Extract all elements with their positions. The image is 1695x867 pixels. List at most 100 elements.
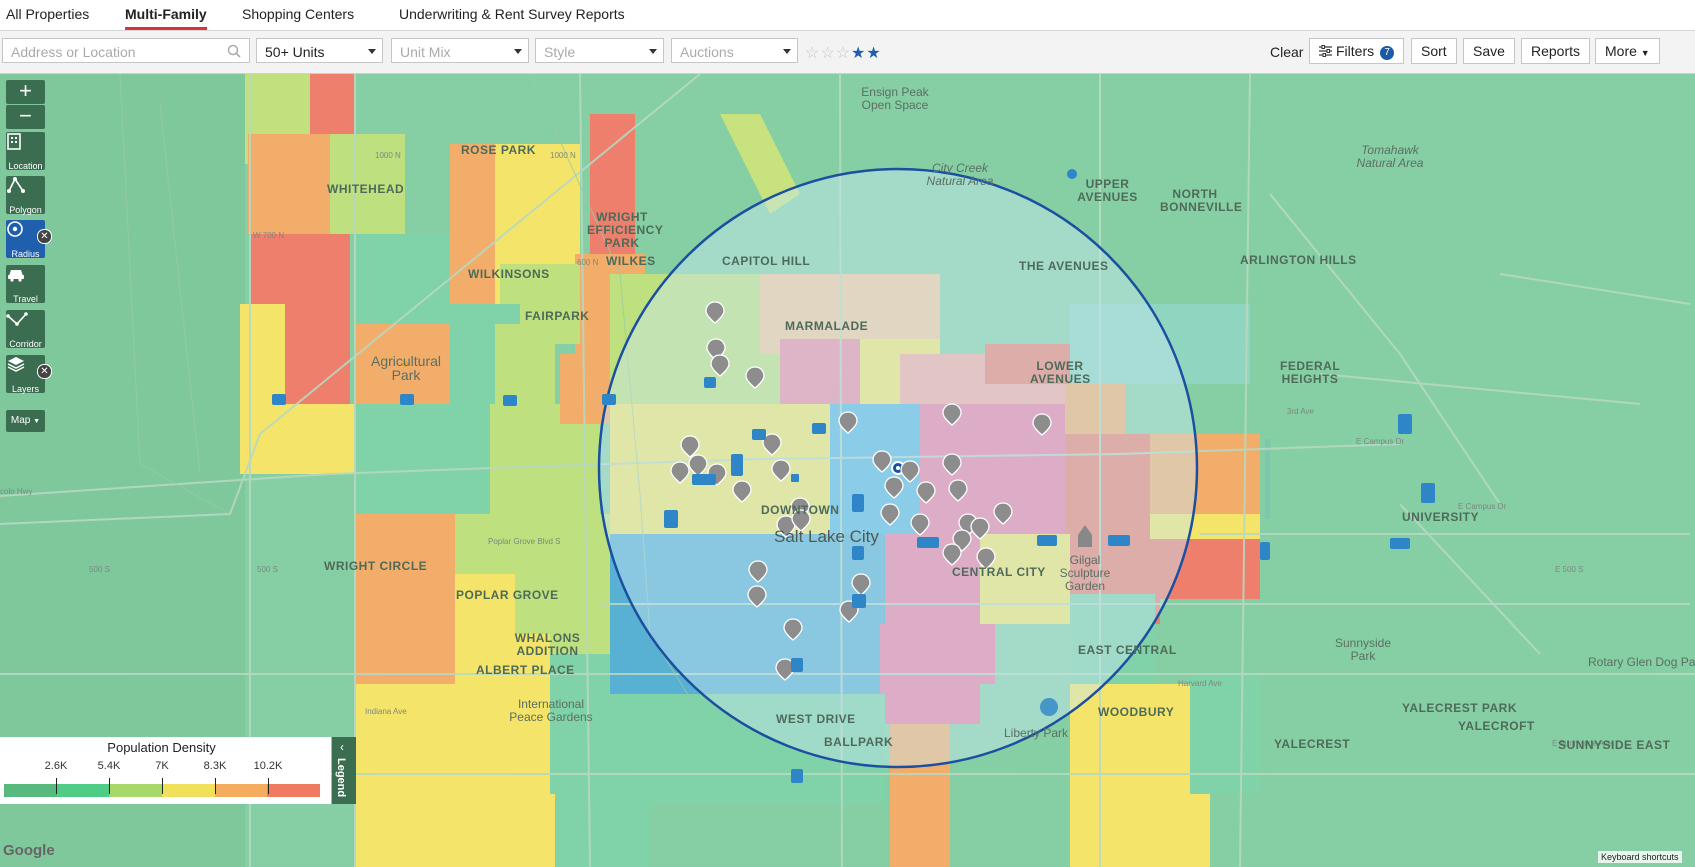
- label-yalecrest: YALECREST: [1274, 737, 1351, 751]
- star-filled-icon[interactable]: ★: [851, 45, 866, 62]
- tab-all-properties[interactable]: All Properties: [6, 6, 89, 22]
- svg-text:Harvard Ave: Harvard Ave: [1178, 679, 1222, 688]
- svg-text:1000 N: 1000 N: [550, 151, 576, 160]
- location-placeholder: Address or Location: [11, 44, 136, 60]
- corridor-tool-label: Corridor: [9, 339, 42, 349]
- legend-tick-mark: [215, 778, 216, 794]
- auctions-placeholder: Auctions: [680, 44, 734, 60]
- label-lower-avenues: LOWER AVENUES: [1030, 359, 1091, 386]
- label-poplar-grove: POPLAR GROVE: [456, 588, 559, 602]
- unit-mix-placeholder: Unit Mix: [400, 44, 451, 60]
- layers-tool-label: Layers: [11, 384, 39, 394]
- map-type-label: Map: [10, 415, 31, 426]
- tab-shopping-centers[interactable]: Shopping Centers: [242, 6, 354, 22]
- polygon-tool-button[interactable]: Polygon: [6, 176, 45, 215]
- star-empty-icon[interactable]: ☆: [805, 45, 820, 62]
- star-empty-icon[interactable]: ☆: [820, 45, 835, 62]
- label-federal-heights: FEDERAL HEIGHTS: [1280, 359, 1341, 386]
- chevron-down-icon: [514, 49, 522, 54]
- legend-tick-mark: [109, 778, 110, 794]
- svg-text:W 700 N: W 700 N: [253, 231, 284, 240]
- corridor-icon: [6, 312, 28, 326]
- legend-toggle-tab[interactable]: ‹ Legend: [332, 737, 356, 804]
- map-canvas[interactable]: 1000 N 1000 N W 700 N 600 N 3rd Ave E Ca…: [0, 74, 1695, 867]
- label-rose-park: ROSE PARK: [461, 143, 536, 157]
- caret-down-icon: ▼: [1640, 48, 1650, 58]
- label-the-avenues: THE AVENUES: [1019, 259, 1109, 273]
- label-wright-efficiency-park: WRIGHT EFFICIENCY PARK: [587, 210, 664, 250]
- travel-tool-button[interactable]: Travel: [6, 265, 45, 304]
- filters-label: Filters: [1336, 43, 1375, 59]
- tab-multi-family[interactable]: Multi-Family: [125, 6, 207, 30]
- label-tomahawk: Tomahawk Natural Area: [1356, 143, 1424, 170]
- star-filled-icon[interactable]: ★: [866, 45, 881, 62]
- search-icon[interactable]: [227, 44, 241, 58]
- label-ballpark: BALLPARK: [824, 735, 894, 749]
- label-central-city: CENTRAL CITY: [952, 565, 1046, 579]
- tab-underwriting-rent-survey-reports[interactable]: Underwriting & Rent Survey Reports: [399, 6, 625, 22]
- legend-tick: 8.3K: [203, 760, 227, 772]
- remove-radius-icon[interactable]: ✕: [37, 229, 52, 244]
- legend-tick-mark: [56, 778, 57, 794]
- legend-swatch: [162, 784, 215, 797]
- save-button[interactable]: Save: [1463, 38, 1515, 64]
- more-button[interactable]: More ▼: [1595, 38, 1660, 64]
- top-tab-bar: All Properties Multi-Family Shopping Cen…: [0, 0, 1695, 31]
- clear-button[interactable]: Clear: [1270, 44, 1303, 60]
- label-marmalade: MARMALADE: [785, 319, 869, 333]
- svg-text:500 S: 500 S: [89, 565, 110, 574]
- filter-toolbar: Address or Location 50+ Units Unit Mix S…: [0, 31, 1695, 74]
- location-tool-button[interactable]: Location: [6, 132, 45, 171]
- legend-tick: 10.2K: [253, 760, 283, 772]
- label-agricultural-park: Agricultural Park: [370, 353, 442, 383]
- filters-button[interactable]: Filters 7: [1309, 38, 1405, 64]
- svg-text:3rd Ave: 3rd Ave: [1287, 407, 1315, 416]
- label-liberty-park: Liberty Park: [1004, 726, 1069, 740]
- polygon-tool-label: Polygon: [9, 205, 42, 215]
- label-ensign-peak: Ensign Peak Open Space: [861, 85, 929, 112]
- zoom-out-button[interactable]: −: [6, 105, 45, 129]
- label-upper-avenues: UPPER AVENUES: [1077, 177, 1138, 204]
- label-whalons-addition: WHALONS ADDITION: [514, 631, 581, 658]
- svg-text:colo Hwy: colo Hwy: [0, 487, 32, 496]
- remove-layers-icon[interactable]: ✕: [37, 364, 52, 379]
- radius-icon: [7, 221, 23, 237]
- label-international-peace-gardens: International Peace Gardens: [509, 697, 593, 724]
- legend-panel: Population Density 2.6K 5.4K 7K 8.3K 10.…: [0, 737, 331, 804]
- travel-tool-label: Travel: [13, 294, 38, 304]
- corridor-tool-button[interactable]: Corridor: [6, 310, 45, 349]
- units-select[interactable]: 50+ Units: [256, 38, 383, 63]
- label-downtown: DOWNTOWN: [761, 503, 840, 517]
- legend-tick-mark: [162, 778, 163, 794]
- auctions-select[interactable]: Auctions: [671, 38, 798, 63]
- map-type-button[interactable]: Map ▼: [6, 410, 45, 432]
- legend-swatch: [109, 784, 163, 797]
- label-city-name: Salt Lake City: [774, 527, 879, 546]
- label-sunnyside-park: Sunnyside Park: [1334, 636, 1392, 663]
- chevron-down-icon: [649, 49, 657, 54]
- legend-swatch: [4, 784, 57, 797]
- polygon-icon: [7, 177, 25, 193]
- reports-button[interactable]: Reports: [1521, 38, 1591, 64]
- location-search-input[interactable]: Address or Location: [2, 38, 250, 63]
- sort-button[interactable]: Sort: [1411, 38, 1457, 64]
- zoom-in-button[interactable]: +: [6, 80, 45, 104]
- more-label: More: [1605, 43, 1637, 59]
- label-wright-circle: WRIGHT CIRCLE: [324, 559, 428, 573]
- chevron-down-icon: [368, 49, 376, 54]
- label-yalecroft: YALECROFT: [1458, 719, 1535, 733]
- style-select[interactable]: Style: [535, 38, 664, 63]
- legend-swatch: [267, 784, 321, 797]
- unit-mix-select[interactable]: Unit Mix: [391, 38, 529, 63]
- keyboard-shortcuts-link[interactable]: Keyboard shortcuts: [1598, 851, 1682, 863]
- units-value: 50+ Units: [265, 44, 325, 60]
- legend-tick: 5.4K: [97, 760, 121, 772]
- filters-count-badge: 7: [1380, 46, 1395, 60]
- label-north-bonneville: NORTH BONNEVILLE: [1160, 187, 1243, 214]
- label-whitehead: WHITEHEAD: [327, 182, 405, 196]
- radius-tool-label: Radius: [11, 249, 40, 259]
- star-empty-icon[interactable]: ☆: [836, 45, 851, 62]
- label-woodbury: WOODBURY: [1098, 705, 1175, 719]
- star-rating-filter[interactable]: ☆☆☆★★: [805, 43, 882, 63]
- sliders-icon: [1319, 45, 1332, 57]
